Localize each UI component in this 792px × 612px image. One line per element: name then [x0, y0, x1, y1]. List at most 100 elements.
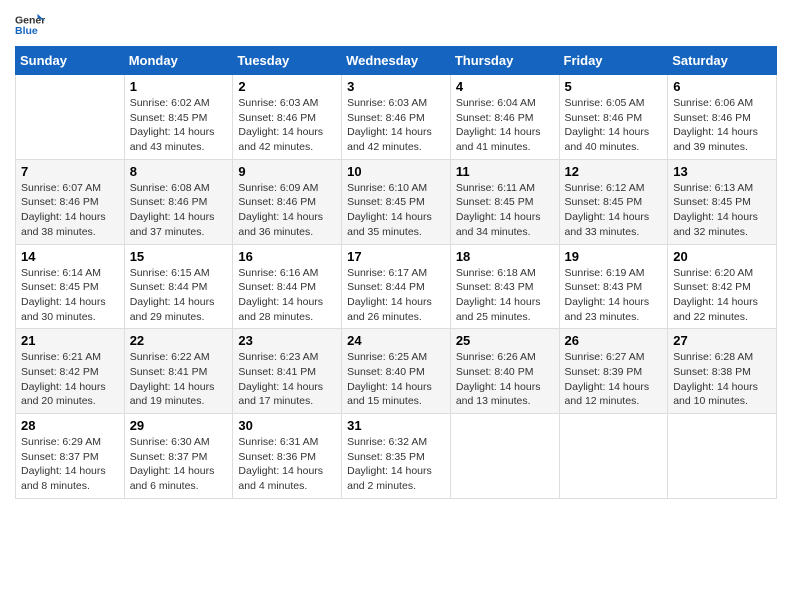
calendar-week-row: 7Sunrise: 6:07 AM Sunset: 8:46 PM Daylig…	[16, 159, 777, 244]
day-number: 19	[565, 249, 663, 264]
calendar-header-cell: Friday	[559, 47, 668, 75]
day-detail: Sunrise: 6:03 AM Sunset: 8:46 PM Dayligh…	[347, 96, 445, 155]
day-detail: Sunrise: 6:05 AM Sunset: 8:46 PM Dayligh…	[565, 96, 663, 155]
day-detail: Sunrise: 6:32 AM Sunset: 8:35 PM Dayligh…	[347, 435, 445, 494]
calendar-cell: 15 Sunrise: 6:15 AM Sunset: 8:44 PM Dayli…	[124, 244, 233, 329]
calendar-cell: 12 Sunrise: 6:12 AM Sunset: 8:45 PM Dayli…	[559, 159, 668, 244]
day-number: 25	[456, 333, 554, 348]
day-number: 10	[347, 164, 445, 179]
calendar-body: 1Sunrise: 6:02 AM Sunset: 8:45 PM Daylig…	[16, 75, 777, 499]
calendar-header-cell: Wednesday	[342, 47, 451, 75]
day-number: 3	[347, 79, 445, 94]
calendar-week-row: 1Sunrise: 6:02 AM Sunset: 8:45 PM Daylig…	[16, 75, 777, 160]
logo-icon: General Blue	[15, 10, 45, 40]
day-detail: Sunrise: 6:29 AM Sunset: 8:37 PM Dayligh…	[21, 435, 119, 494]
calendar-cell	[559, 414, 668, 499]
calendar-cell: 8 Sunrise: 6:08 AM Sunset: 8:46 PM Daylig…	[124, 159, 233, 244]
day-number: 21	[21, 333, 119, 348]
day-detail: Sunrise: 6:06 AM Sunset: 8:46 PM Dayligh…	[673, 96, 771, 155]
day-number: 12	[565, 164, 663, 179]
calendar-cell: 3 Sunrise: 6:03 AM Sunset: 8:46 PM Daylig…	[342, 75, 451, 160]
day-number: 2	[238, 79, 336, 94]
calendar-cell	[668, 414, 777, 499]
day-detail: Sunrise: 6:03 AM Sunset: 8:46 PM Dayligh…	[238, 96, 336, 155]
calendar-cell: 29 Sunrise: 6:30 AM Sunset: 8:37 PM Dayli…	[124, 414, 233, 499]
calendar-cell: 9Sunrise: 6:09 AM Sunset: 8:46 PM Daylig…	[233, 159, 342, 244]
day-detail: Sunrise: 6:23 AM Sunset: 8:41 PM Dayligh…	[238, 350, 336, 409]
calendar-header-cell: Saturday	[668, 47, 777, 75]
day-number: 15	[130, 249, 228, 264]
calendar-cell: 18 Sunrise: 6:18 AM Sunset: 8:43 PM Dayli…	[450, 244, 559, 329]
calendar-week-row: 14 Sunrise: 6:14 AM Sunset: 8:45 PM Dayli…	[16, 244, 777, 329]
day-detail: Sunrise: 6:30 AM Sunset: 8:37 PM Dayligh…	[130, 435, 228, 494]
calendar-cell: 24 Sunrise: 6:25 AM Sunset: 8:40 PM Dayli…	[342, 329, 451, 414]
calendar-cell	[450, 414, 559, 499]
day-number: 24	[347, 333, 445, 348]
calendar-table: SundayMondayTuesdayWednesdayThursdayFrid…	[15, 46, 777, 499]
calendar-cell: 13Sunrise: 6:13 AM Sunset: 8:45 PM Dayli…	[668, 159, 777, 244]
day-number: 28	[21, 418, 119, 433]
day-detail: Sunrise: 6:14 AM Sunset: 8:45 PM Dayligh…	[21, 266, 119, 325]
day-number: 30	[238, 418, 336, 433]
calendar-cell: 11 Sunrise: 6:11 AM Sunset: 8:45 PM Dayli…	[450, 159, 559, 244]
day-detail: Sunrise: 6:27 AM Sunset: 8:39 PM Dayligh…	[565, 350, 663, 409]
calendar-header-cell: Sunday	[16, 47, 125, 75]
day-number: 11	[456, 164, 554, 179]
day-number: 23	[238, 333, 336, 348]
calendar-cell: 31 Sunrise: 6:32 AM Sunset: 8:35 PM Dayli…	[342, 414, 451, 499]
day-detail: Sunrise: 6:08 AM Sunset: 8:46 PM Dayligh…	[130, 181, 228, 240]
day-number: 18	[456, 249, 554, 264]
day-number: 20	[673, 249, 771, 264]
calendar-cell: 19 Sunrise: 6:19 AM Sunset: 8:43 PM Dayli…	[559, 244, 668, 329]
day-detail: Sunrise: 6:20 AM Sunset: 8:42 PM Dayligh…	[673, 266, 771, 325]
calendar-header-row: SundayMondayTuesdayWednesdayThursdayFrid…	[16, 47, 777, 75]
day-number: 27	[673, 333, 771, 348]
day-detail: Sunrise: 6:25 AM Sunset: 8:40 PM Dayligh…	[347, 350, 445, 409]
day-detail: Sunrise: 6:19 AM Sunset: 8:43 PM Dayligh…	[565, 266, 663, 325]
day-number: 31	[347, 418, 445, 433]
calendar-cell: 2 Sunrise: 6:03 AM Sunset: 8:46 PM Daylig…	[233, 75, 342, 160]
calendar-cell: 10Sunrise: 6:10 AM Sunset: 8:45 PM Dayli…	[342, 159, 451, 244]
day-detail: Sunrise: 6:13 AM Sunset: 8:45 PM Dayligh…	[673, 181, 771, 240]
day-number: 16	[238, 249, 336, 264]
day-number: 29	[130, 418, 228, 433]
day-detail: Sunrise: 6:07 AM Sunset: 8:46 PM Dayligh…	[21, 181, 119, 240]
day-number: 6	[673, 79, 771, 94]
calendar-cell: 7Sunrise: 6:07 AM Sunset: 8:46 PM Daylig…	[16, 159, 125, 244]
day-number: 9	[238, 164, 336, 179]
calendar-header-cell: Tuesday	[233, 47, 342, 75]
calendar-cell: 23 Sunrise: 6:23 AM Sunset: 8:41 PM Dayli…	[233, 329, 342, 414]
day-detail: Sunrise: 6:31 AM Sunset: 8:36 PM Dayligh…	[238, 435, 336, 494]
calendar-cell: 22Sunrise: 6:22 AM Sunset: 8:41 PM Dayli…	[124, 329, 233, 414]
logo: General Blue	[15, 10, 49, 40]
calendar-cell: 27 Sunrise: 6:28 AM Sunset: 8:38 PM Dayli…	[668, 329, 777, 414]
day-number: 17	[347, 249, 445, 264]
day-number: 14	[21, 249, 119, 264]
calendar-cell: 1Sunrise: 6:02 AM Sunset: 8:45 PM Daylig…	[124, 75, 233, 160]
calendar-cell: 30 Sunrise: 6:31 AM Sunset: 8:36 PM Dayli…	[233, 414, 342, 499]
calendar-cell	[16, 75, 125, 160]
calendar-cell: 28 Sunrise: 6:29 AM Sunset: 8:37 PM Dayli…	[16, 414, 125, 499]
page-header: General Blue	[15, 10, 777, 40]
day-detail: Sunrise: 6:04 AM Sunset: 8:46 PM Dayligh…	[456, 96, 554, 155]
day-detail: Sunrise: 6:17 AM Sunset: 8:44 PM Dayligh…	[347, 266, 445, 325]
day-detail: Sunrise: 6:16 AM Sunset: 8:44 PM Dayligh…	[238, 266, 336, 325]
day-detail: Sunrise: 6:28 AM Sunset: 8:38 PM Dayligh…	[673, 350, 771, 409]
day-detail: Sunrise: 6:12 AM Sunset: 8:45 PM Dayligh…	[565, 181, 663, 240]
calendar-cell: 20 Sunrise: 6:20 AM Sunset: 8:42 PM Dayli…	[668, 244, 777, 329]
calendar-cell: 21Sunrise: 6:21 AM Sunset: 8:42 PM Dayli…	[16, 329, 125, 414]
calendar-header-cell: Monday	[124, 47, 233, 75]
day-number: 22	[130, 333, 228, 348]
day-detail: Sunrise: 6:11 AM Sunset: 8:45 PM Dayligh…	[456, 181, 554, 240]
day-detail: Sunrise: 6:15 AM Sunset: 8:44 PM Dayligh…	[130, 266, 228, 325]
calendar-cell: 25Sunrise: 6:26 AM Sunset: 8:40 PM Dayli…	[450, 329, 559, 414]
day-number: 5	[565, 79, 663, 94]
day-detail: Sunrise: 6:02 AM Sunset: 8:45 PM Dayligh…	[130, 96, 228, 155]
calendar-cell: 16 Sunrise: 6:16 AM Sunset: 8:44 PM Dayli…	[233, 244, 342, 329]
day-number: 8	[130, 164, 228, 179]
day-detail: Sunrise: 6:18 AM Sunset: 8:43 PM Dayligh…	[456, 266, 554, 325]
calendar-cell: 6 Sunrise: 6:06 AM Sunset: 8:46 PM Daylig…	[668, 75, 777, 160]
svg-text:Blue: Blue	[15, 25, 38, 37]
calendar-header-cell: Thursday	[450, 47, 559, 75]
calendar-cell: 5 Sunrise: 6:05 AM Sunset: 8:46 PM Daylig…	[559, 75, 668, 160]
